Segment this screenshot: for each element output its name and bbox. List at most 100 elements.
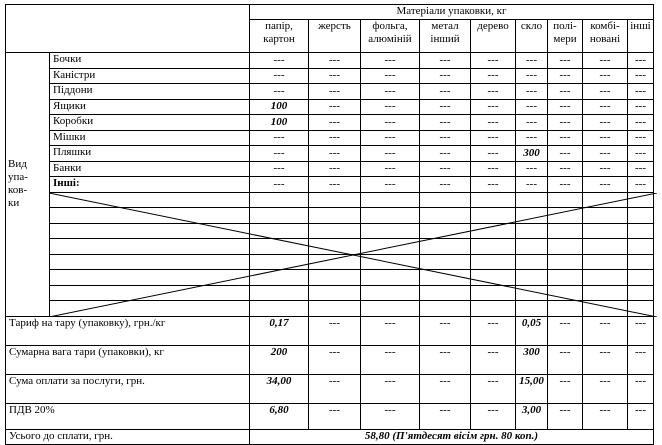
value-text: --- xyxy=(384,162,396,175)
value-text: --- xyxy=(439,162,451,175)
value-text: --- xyxy=(329,131,340,144)
value-cell: --- xyxy=(627,145,654,162)
empty-cell xyxy=(360,238,420,255)
value-cell: --- xyxy=(308,83,361,100)
column-header: дерево xyxy=(470,19,516,53)
value-cell: --- xyxy=(470,67,516,84)
empty-cell xyxy=(627,191,654,208)
value-cell: --- xyxy=(627,52,654,69)
value-cell: --- xyxy=(360,129,420,146)
column-header-line: комбі- xyxy=(590,20,620,33)
value-text: --- xyxy=(635,345,646,358)
value-text: --- xyxy=(526,53,537,66)
column-header-line: інший xyxy=(430,33,460,45)
empty-cell xyxy=(419,253,471,270)
value-text: --- xyxy=(329,403,340,416)
value-text: --- xyxy=(487,403,499,416)
value-text: --- xyxy=(439,374,451,387)
value-text: --- xyxy=(559,162,571,175)
column-header: скло xyxy=(515,19,548,53)
value-text: --- xyxy=(526,162,537,175)
value-text: --- xyxy=(635,403,646,416)
value-text: --- xyxy=(635,162,646,175)
value-cell: --- xyxy=(249,160,309,177)
empty-row xyxy=(6,284,654,301)
value-cell: --- xyxy=(627,129,654,146)
value-cell: --- xyxy=(627,83,654,100)
value-text: --- xyxy=(329,84,340,97)
empty-cell xyxy=(515,253,548,270)
value-cell: --- xyxy=(360,114,420,131)
column-header: комбі-новані xyxy=(582,19,628,53)
value-cell: --- xyxy=(515,83,548,100)
empty-cell xyxy=(249,191,309,208)
row-label: Інші: xyxy=(49,176,250,193)
value-text: 6,80 xyxy=(269,403,289,416)
empty-cell xyxy=(360,191,420,208)
row-label: Банки xyxy=(49,160,250,177)
value-cell: --- xyxy=(470,83,516,100)
packaging-type-label: Вид упа-ков-ки xyxy=(5,52,50,317)
value-cell: --- xyxy=(547,129,583,146)
value-text: --- xyxy=(559,100,571,113)
value-cell: --- xyxy=(515,129,548,146)
value-cell: 300 xyxy=(515,344,548,375)
value-text: --- xyxy=(487,162,499,175)
value-text: 34,00 xyxy=(266,374,292,387)
value-cell: --- xyxy=(582,114,628,131)
value-text: --- xyxy=(273,146,285,159)
value-text: --- xyxy=(439,131,451,144)
value-text: --- xyxy=(329,162,340,175)
empty-cell xyxy=(49,222,250,239)
value-cell: --- xyxy=(308,114,361,131)
value-cell: --- xyxy=(582,129,628,146)
value-text: 300 xyxy=(523,146,540,159)
empty-cell xyxy=(470,238,516,255)
total-row: Усього до сплати, грн. 58,80 (П'ятдесят в… xyxy=(5,428,654,445)
value-cell: --- xyxy=(627,160,654,177)
value-cell: --- xyxy=(470,52,516,69)
empty-cell xyxy=(249,253,309,270)
value-cell: 200 xyxy=(249,344,309,375)
row-label: Мішки xyxy=(49,129,250,146)
value-text: --- xyxy=(487,345,499,358)
empty-cell xyxy=(419,191,471,208)
value-text: --- xyxy=(329,115,340,128)
value-cell: --- xyxy=(470,402,516,430)
value-text: 3,00 xyxy=(521,403,542,416)
column-header: фольга, алюміній xyxy=(360,19,420,53)
empty-cell xyxy=(49,238,250,255)
empty-cell xyxy=(582,238,628,255)
empty-cell xyxy=(627,207,654,224)
value-text: --- xyxy=(487,177,499,190)
value-text: --- xyxy=(384,146,396,159)
empty-row xyxy=(6,222,654,239)
column-header: інші xyxy=(627,19,654,53)
column-header-line: папір, xyxy=(265,20,293,33)
table-row: Каністри --- --- --- --- --- --- --- --- --- xyxy=(6,67,654,84)
value-cell: --- xyxy=(419,373,471,404)
column-header-line: новані xyxy=(589,33,621,45)
empty-cell xyxy=(360,269,420,286)
packaging-type-label-line: ки xyxy=(8,197,20,210)
value-text: --- xyxy=(329,146,340,159)
value-text: --- xyxy=(329,345,340,358)
value-text: --- xyxy=(384,177,396,190)
value-cell: 300 xyxy=(515,145,548,162)
empty-cell xyxy=(470,269,516,286)
value-text: --- xyxy=(599,374,611,387)
value-text: 100 xyxy=(270,115,288,128)
value-cell: --- xyxy=(308,67,361,84)
value-cell: --- xyxy=(470,160,516,177)
value-text: --- xyxy=(384,374,396,387)
value-cell: 3,00 xyxy=(515,402,548,430)
empty-cell xyxy=(249,284,309,301)
value-text: --- xyxy=(487,115,499,128)
column-header-line: інші xyxy=(630,20,651,33)
value-cell: --- xyxy=(360,373,420,404)
value-text: --- xyxy=(559,131,571,144)
value-text: --- xyxy=(526,100,537,113)
value-cell: 100 xyxy=(249,98,309,115)
value-cell: --- xyxy=(308,373,361,404)
column-header-line: жерсть xyxy=(318,20,351,33)
